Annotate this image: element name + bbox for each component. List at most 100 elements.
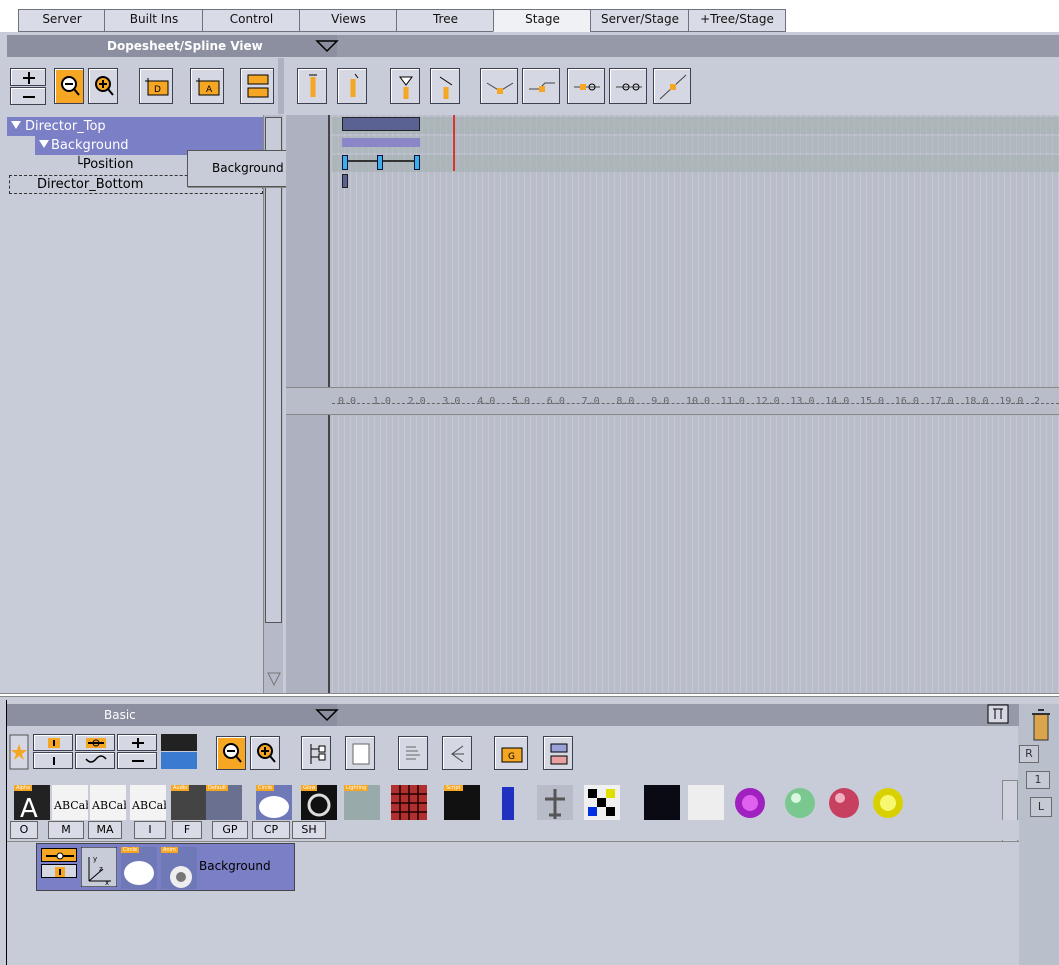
alpha-icon[interactable]: A Alpha — [14, 785, 50, 824]
playhead[interactable] — [453, 115, 455, 171]
yellow-material-icon[interactable] — [870, 785, 906, 821]
background-container[interactable]: yzx Circle Anim Background — [36, 843, 295, 891]
container-label: Background — [199, 859, 271, 873]
tab-stage[interactable]: Stage — [493, 9, 592, 32]
audio-icon[interactable]: Audio — [171, 785, 207, 821]
tab-server-stage[interactable]: Server/Stage — [590, 9, 690, 32]
object-icon[interactable] — [41, 864, 77, 878]
ruler-tick-label: 8.0 — [616, 396, 635, 407]
circle-icon[interactable]: Circle — [121, 847, 157, 889]
tree-item-director-top[interactable]: Director_Top — [7, 117, 263, 136]
favorites-star-icon[interactable] — [9, 734, 29, 770]
sub-dir-alt-icon[interactable] — [161, 752, 197, 769]
item-tag: Alpha — [14, 785, 33, 791]
view-tree-alt-button[interactable] — [345, 736, 375, 770]
zoom-in-button[interactable] — [88, 68, 118, 104]
interp-smooth-button[interactable] — [609, 68, 647, 104]
add-action-button[interactable]: A — [190, 68, 224, 104]
axis-icon[interactable]: yzx — [81, 847, 117, 887]
item-tag: Audio — [171, 785, 190, 791]
keyframe-marker[interactable] — [342, 155, 348, 170]
key-ease-in-button[interactable] — [390, 68, 420, 104]
key-ease-out-button[interactable] — [430, 68, 460, 104]
filter-wave-button[interactable] — [75, 752, 115, 769]
pin-icon[interactable] — [987, 704, 1009, 724]
basic-zoom-out-button[interactable] — [216, 736, 246, 770]
director-top-bar[interactable] — [342, 117, 420, 131]
scroll-down-icon[interactable] — [266, 671, 282, 689]
key-move-button[interactable] — [337, 68, 367, 104]
zoom-out-button[interactable] — [54, 68, 84, 104]
ruler-tick-label: 16.0 — [894, 396, 919, 407]
font-icon[interactable]: ABCab — [130, 785, 170, 821]
remove-item-button[interactable] — [117, 752, 157, 769]
flower-icon[interactable] — [688, 785, 724, 821]
layers-button[interactable] — [543, 736, 573, 770]
red-material-icon[interactable] — [826, 785, 862, 821]
basic-zoom-in-button[interactable] — [250, 736, 280, 770]
time-ruler[interactable]: 0.0 1.0 2.0 3.0 4.0 5.0 6.0 7.0 8.0 9.0 10.0 11.0 12… — [286, 387, 1059, 415]
tab-o[interactable]: O — [10, 821, 38, 839]
tab-control[interactable]: Control — [202, 9, 301, 32]
expand-button[interactable] — [10, 68, 46, 86]
dark-icon[interactable] — [644, 785, 680, 821]
tab-views[interactable]: Views — [299, 9, 398, 32]
tab-sh[interactable]: SH — [292, 821, 326, 839]
add-item-button[interactable] — [117, 734, 157, 751]
keyframe-marker[interactable] — [414, 155, 420, 170]
background-bar[interactable] — [342, 138, 420, 147]
glow-icon[interactable]: Glow — [301, 785, 337, 821]
tab-gp[interactable]: GP — [212, 821, 248, 839]
tab-i[interactable]: I — [134, 821, 166, 839]
tree-scrollbar[interactable] — [263, 115, 283, 693]
filter-object-alt-button[interactable] — [33, 752, 73, 769]
keyframe-marker[interactable] — [377, 155, 383, 170]
tree-item-position[interactable]: └Position — [75, 155, 195, 174]
chevron-down-icon[interactable] — [313, 37, 341, 55]
figure-icon[interactable] — [537, 785, 573, 821]
view-tree-button[interactable] — [301, 736, 331, 770]
collapse-button[interactable] — [10, 87, 46, 105]
tree-icon[interactable] — [490, 785, 526, 821]
animation-icon[interactable] — [161, 847, 197, 889]
tab-tree[interactable]: Tree — [396, 9, 495, 32]
plaid-icon[interactable] — [391, 785, 427, 821]
dopesheet-timeline[interactable]: 0.0 1.0 2.0 3.0 4.0 5.0 6.0 7.0 8.0 9.0 10.0 11.0 12… — [286, 115, 1059, 693]
panel-splitter[interactable] — [0, 693, 1059, 697]
tab-built-ins[interactable]: Built Ins — [104, 9, 204, 32]
key-align-button[interactable] — [297, 68, 327, 104]
color-icon[interactable] — [584, 785, 620, 821]
director-bottom-marker[interactable] — [342, 174, 348, 188]
transform-icon[interactable] — [41, 848, 77, 862]
tab-tree-stage[interactable]: +Tree/Stage — [688, 9, 786, 32]
tab-m[interactable]: M — [48, 821, 84, 839]
tab-ma[interactable]: MA — [88, 821, 122, 839]
interp-linear-button[interactable] — [480, 68, 518, 104]
interp-hold-button[interactable] — [567, 68, 605, 104]
script-icon[interactable]: Script — [444, 785, 480, 821]
pink-material-icon[interactable] — [732, 785, 768, 821]
green-material-icon[interactable] — [782, 785, 818, 821]
tab-f[interactable]: F — [172, 821, 202, 839]
lighting-icon[interactable]: Lighting — [344, 785, 380, 821]
filter-object-button[interactable] — [33, 734, 73, 751]
add-group-button[interactable]: G — [494, 736, 528, 770]
keyframe-toggle-button[interactable] — [240, 68, 274, 104]
interp-curve-button[interactable] — [653, 68, 691, 104]
font-icon[interactable]: ABCab — [52, 785, 92, 821]
chevron-down-icon[interactable] — [313, 706, 341, 724]
font-icon[interactable]: ABCab — [90, 785, 130, 821]
interp-step-button[interactable] — [522, 68, 560, 104]
chrome-icon[interactable]: Default — [206, 785, 242, 821]
view-list-button[interactable] — [398, 736, 428, 770]
sub-dir-icon[interactable] — [161, 734, 197, 751]
view-hierarchy-button[interactable] — [442, 736, 472, 770]
expand-triangle-icon[interactable] — [39, 140, 49, 148]
tree-scrollbar-thumb[interactable] — [265, 117, 282, 623]
tab-server[interactable]: Server — [18, 9, 106, 32]
tab-cp[interactable]: CP — [252, 821, 290, 839]
filter-transform-button[interactable] — [75, 734, 115, 751]
expand-triangle-icon[interactable] — [11, 121, 21, 129]
circle-icon[interactable]: Circle — [256, 785, 292, 821]
add-director-button[interactable]: D — [139, 68, 173, 104]
